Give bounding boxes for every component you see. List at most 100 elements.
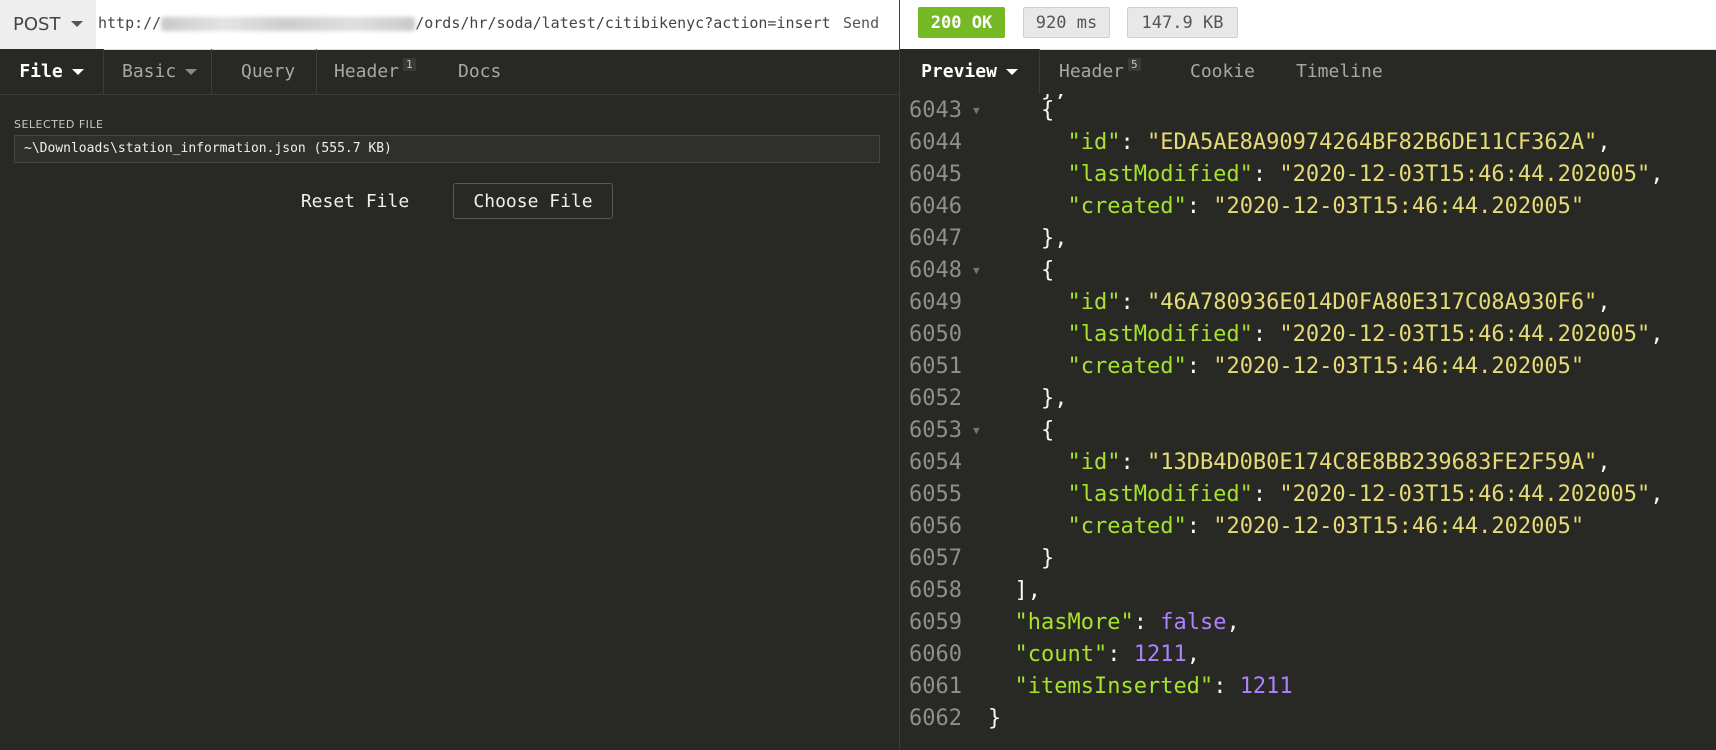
code-text: }, — [988, 386, 1068, 411]
code-line: 6044 "id": "EDA5AE8A90974264BF82B6DE11CF… — [900, 127, 1716, 159]
request-tabs: File Basic Query Header 1 Docs — [0, 49, 899, 95]
line-number: 6043 — [909, 98, 962, 123]
code-line: 6045 "lastModified": "2020-12-03T15:46:4… — [900, 159, 1716, 191]
code-line: 6060 "count": 1211, — [900, 639, 1716, 671]
redacted-host — [161, 16, 416, 31]
code-line: 6046 "created": "2020-12-03T15:46:44.202… — [900, 191, 1716, 223]
chevron-down-icon — [185, 68, 198, 75]
response-header-count-badge: 5 — [1128, 58, 1141, 71]
code-line: 6053 ▼ { — [900, 415, 1716, 447]
code-line: 6048 ▼ { — [900, 255, 1716, 287]
tab-header-label: Header — [334, 61, 400, 82]
selected-file-field: ~\Downloads\station_information.json (55… — [14, 135, 880, 163]
url-bar: POST http:// /ords/hr/soda/latest/citibik… — [0, 0, 899, 50]
line-number: 6046 — [909, 194, 962, 219]
tab-file-label: File — [19, 61, 63, 82]
header-count-badge: 1 — [403, 58, 416, 71]
code-line: 6047 }, — [900, 223, 1716, 255]
code-line: 6058 ], — [900, 575, 1716, 607]
code-line: 6052 }, — [900, 383, 1716, 415]
tab-cookie-label: Cookie — [1190, 61, 1256, 82]
tab-docs-label: Docs — [458, 61, 502, 82]
tab-response-header[interactable]: Header 5 — [1059, 49, 1141, 94]
response-size-badge: 147.9 KB — [1127, 7, 1238, 38]
reset-file-button[interactable]: Reset File — [290, 183, 420, 219]
code-text: "created": "2020-12-03T15:46:44.202005" — [1067, 194, 1585, 219]
tab-file[interactable]: File — [0, 49, 104, 94]
tab-query-label: Query — [241, 61, 296, 82]
code-text: "lastModified": "2020-12-03T15:46:44.202… — [1067, 322, 1664, 347]
send-button[interactable]: Send — [843, 14, 879, 32]
url-input[interactable]: http:// /ords/hr/soda/latest/citibikenyc?… — [98, 14, 831, 32]
tab-basic[interactable]: Basic — [122, 49, 198, 94]
fold-toggle-icon[interactable]: ▼ — [973, 415, 980, 447]
tab-timeline[interactable]: Timeline — [1296, 49, 1383, 94]
line-number: 6055 — [909, 482, 962, 507]
line-number: 6060 — [909, 642, 962, 667]
tab-docs[interactable]: Docs — [458, 49, 501, 94]
tab-cookie[interactable]: Cookie — [1190, 49, 1255, 94]
tab-divider — [211, 49, 212, 94]
line-number: 6048 — [909, 258, 962, 283]
code-text: "id": "13DB4D0B0E174C8E8BB239683FE2F59A"… — [1067, 450, 1611, 475]
url-prefix: http:// — [98, 14, 162, 32]
line-number: 6044 — [909, 130, 962, 155]
line-number: 6056 — [909, 514, 962, 539]
tab-response-header-label: Header — [1059, 61, 1125, 82]
code-text: "id": "EDA5AE8A90974264BF82B6DE11CF362A"… — [1067, 130, 1611, 155]
tab-preview[interactable]: Preview — [900, 49, 1040, 94]
chevron-down-icon — [71, 68, 84, 75]
line-number: 6057 — [909, 546, 962, 571]
code-text: "lastModified": "2020-12-03T15:46:44.202… — [1067, 482, 1664, 507]
request-pane: POST http:// /ords/hr/soda/latest/citibik… — [0, 0, 899, 750]
code-line: 6057 } — [900, 543, 1716, 575]
code-text: } — [988, 706, 1002, 731]
code-text: ], — [988, 578, 1041, 603]
code-line: 6043 ▼ { — [900, 95, 1716, 127]
code-text: "created": "2020-12-03T15:46:44.202005" — [1067, 354, 1585, 379]
response-status-bar: 200 OK 920 ms 147.9 KB — [900, 0, 1716, 50]
response-time-badge: 920 ms — [1023, 7, 1110, 38]
code-line: 6049 "id": "46A780936E014D0FA80E317C08A9… — [900, 287, 1716, 319]
code-text: "id": "46A780936E014D0FA80E317C08A930F6"… — [1067, 290, 1611, 315]
code-text: "count": 1211, — [1014, 642, 1200, 667]
response-preview-editor[interactable]: }, 6043 ▼ {6044 "id": "EDA5AE8A90974264BF… — [900, 94, 1716, 750]
code-line: 6059 "hasMore": false, — [900, 607, 1716, 639]
code-line: 6050 "lastModified": "2020-12-03T15:46:4… — [900, 319, 1716, 351]
line-number: 6061 — [909, 674, 962, 699]
method-label: POST — [13, 14, 61, 35]
line-number: 6062 — [909, 706, 962, 731]
line-number: 6051 — [909, 354, 962, 379]
code-line: 6061 "itemsInserted": 1211 — [900, 671, 1716, 703]
code-line: 6054 "id": "13DB4D0B0E174C8E8BB239683FE2… — [900, 447, 1716, 479]
code-line: 6062} — [900, 703, 1716, 735]
code-line: 6055 "lastModified": "2020-12-03T15:46:4… — [900, 479, 1716, 511]
chevron-down-icon — [71, 21, 83, 27]
code-text: } — [988, 546, 1055, 571]
line-number: 6049 — [909, 290, 962, 315]
response-pane: 200 OK 920 ms 147.9 KB Preview Header 5 … — [900, 0, 1716, 750]
method-dropdown[interactable]: POST — [0, 0, 96, 49]
line-number: 6054 — [909, 450, 962, 475]
selected-file-label: SELECTED FILE — [14, 118, 104, 131]
status-badge: 200 OK — [918, 7, 1005, 38]
line-number: 6050 — [909, 322, 962, 347]
line-number: 6045 — [909, 162, 962, 187]
fold-toggle-icon[interactable]: ▼ — [973, 255, 980, 287]
line-number: 6059 — [909, 610, 962, 635]
fold-toggle-icon[interactable]: ▼ — [973, 95, 980, 127]
line-number: 6058 — [909, 578, 962, 603]
line-number: 6047 — [909, 226, 962, 251]
tab-header[interactable]: Header 1 — [334, 49, 416, 94]
response-tabs: Preview Header 5 Cookie Timeline — [900, 49, 1716, 94]
choose-file-button[interactable]: Choose File — [453, 183, 613, 219]
code-text: "hasMore": false, — [1014, 610, 1240, 635]
code-text: { — [988, 258, 1055, 283]
code-line: 6056 "created": "2020-12-03T15:46:44.202… — [900, 511, 1716, 543]
url-path: /ords/hr/soda/latest/citibikenyc?action=… — [415, 14, 831, 32]
line-number: 6052 — [909, 386, 962, 411]
code-text: "lastModified": "2020-12-03T15:46:44.202… — [1067, 162, 1664, 187]
chevron-down-icon — [1005, 68, 1018, 75]
code-line: 6051 "created": "2020-12-03T15:46:44.202… — [900, 351, 1716, 383]
tab-query[interactable]: Query — [241, 49, 295, 94]
